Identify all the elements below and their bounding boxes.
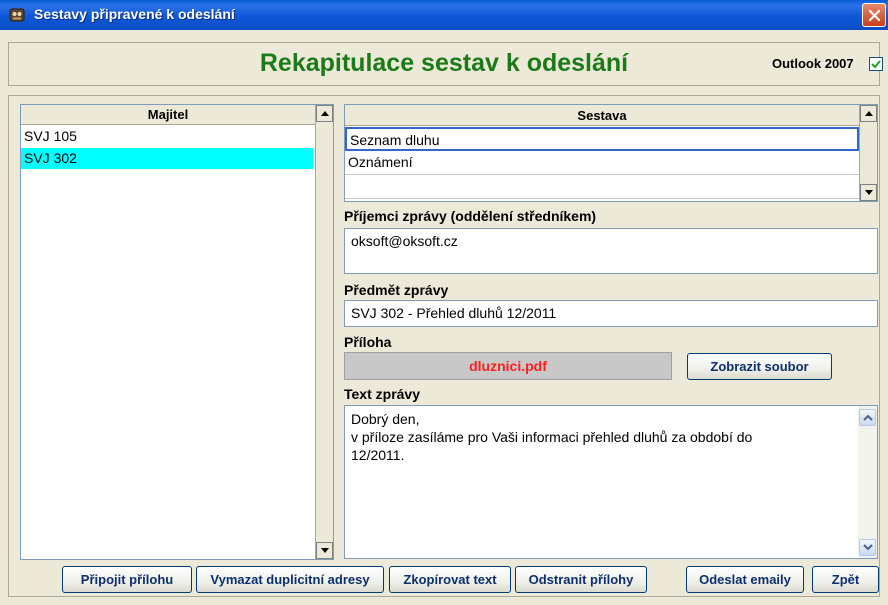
- scroll-down-button[interactable]: [859, 539, 876, 556]
- owner-scrollbar[interactable]: [315, 105, 333, 559]
- scroll-down-button[interactable]: [316, 542, 333, 559]
- close-button[interactable]: [862, 3, 886, 27]
- scroll-up-button[interactable]: [859, 409, 876, 426]
- owner-row[interactable]: SVJ 105: [21, 126, 313, 147]
- report-scrollbar[interactable]: [859, 105, 877, 201]
- show-file-button[interactable]: Zobrazit soubor: [687, 353, 832, 380]
- app-icon[interactable]: [8, 6, 26, 24]
- attach-button[interactable]: Připojit přílohu: [62, 566, 192, 593]
- scroll-down-button[interactable]: [860, 184, 877, 201]
- title-bar[interactable]: Sestavy připravené k odeslání: [0, 0, 888, 30]
- outlook-checkbox[interactable]: [869, 57, 883, 71]
- recipients-field[interactable]: oksoft@oksoft.cz: [344, 228, 878, 274]
- remove-duplicates-button[interactable]: Vymazat duplicitní adresy: [196, 566, 384, 593]
- recipients-label: Příjemci zprávy (oddělení středníkem): [344, 208, 597, 224]
- arrow-up-icon: [321, 111, 329, 116]
- header-panel: Rekapitulace sestav k odeslání Outlook 2…: [8, 42, 883, 86]
- message-label: Text zprávy: [344, 386, 420, 402]
- scroll-up-button[interactable]: [316, 105, 333, 122]
- checkmark-icon: [871, 60, 881, 69]
- remove-attachments-button[interactable]: Odstranit přílohy: [515, 566, 647, 593]
- outlook-label: Outlook 2007: [772, 56, 854, 71]
- attachment-filename: dluznici.pdf: [344, 352, 672, 380]
- owner-row-selected[interactable]: SVJ 302: [21, 148, 313, 169]
- chevron-up-icon: [863, 414, 873, 421]
- chevron-down-icon: [863, 544, 873, 551]
- message-body[interactable]: Dobrý den, v příloze zasíláme pro Vaši i…: [351, 410, 851, 464]
- copy-text-button[interactable]: Zkopírovat text: [389, 566, 511, 593]
- close-icon: [868, 9, 881, 22]
- attachment-label: Příloha: [344, 334, 392, 350]
- subject-label: Předmět zprávy: [344, 282, 449, 298]
- owner-list[interactable]: Majitel SVJ 105 SVJ 302: [20, 104, 334, 560]
- arrow-down-icon: [321, 548, 329, 553]
- report-list[interactable]: Sestava Seznam dluhu Oznámení: [344, 104, 878, 202]
- page-title: Rekapitulace sestav k odeslání: [259, 49, 629, 77]
- arrow-up-icon: [865, 111, 873, 116]
- back-button[interactable]: Zpět: [812, 566, 879, 593]
- subject-field[interactable]: SVJ 302 - Přehled dluhů 12/2011: [344, 300, 878, 327]
- arrow-down-icon: [865, 190, 873, 195]
- scroll-up-button[interactable]: [860, 105, 877, 122]
- report-column-header: Sestava: [345, 105, 859, 126]
- send-emails-button[interactable]: Odeslat emaily: [686, 566, 804, 593]
- window-title: Sestavy připravené k odeslání: [34, 6, 235, 22]
- message-scrollbar[interactable]: [858, 406, 877, 558]
- report-row-empty[interactable]: [345, 175, 859, 199]
- report-row-active[interactable]: Seznam dluhu: [345, 127, 859, 151]
- owner-column-header: Majitel: [21, 105, 315, 125]
- report-row[interactable]: Oznámení: [345, 151, 859, 175]
- message-field[interactable]: Dobrý den, v příloze zasíláme pro Vaši i…: [344, 405, 878, 559]
